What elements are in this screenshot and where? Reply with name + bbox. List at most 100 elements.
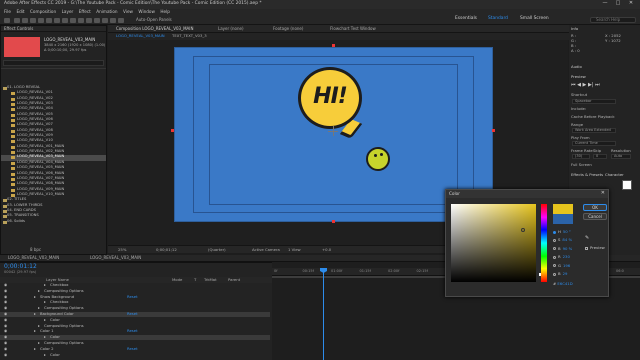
column-parent[interactable]: Parent: [228, 278, 240, 282]
twirl-icon[interactable]: ▸: [44, 335, 46, 339]
timeline-property-row[interactable]: ◉ ▸ Color 1 Reset: [0, 329, 270, 334]
visibility-icon[interactable]: ◉: [4, 283, 7, 287]
ok-button[interactable]: OK: [583, 204, 607, 211]
workspace-essentials[interactable]: Essentials: [455, 16, 477, 21]
old-color-swatch[interactable]: [553, 214, 573, 224]
composition-tab[interactable]: Composition LOGO_REVEAL_V03_MAIN: [116, 27, 193, 31]
close-button[interactable]: ✕: [626, 1, 636, 8]
color-value-field[interactable]: S 84 %: [553, 238, 572, 242]
camera-tool-icon[interactable]: [46, 18, 52, 23]
layer-handle[interactable]: [332, 44, 335, 47]
menu-edit[interactable]: Edit: [16, 9, 24, 14]
views-dropdown[interactable]: 1 View: [288, 248, 301, 252]
puppet-tool-icon[interactable]: [118, 18, 124, 23]
eyedropper-icon[interactable]: ✎: [585, 236, 590, 241]
skip-field[interactable]: 0: [593, 154, 607, 159]
twirl-icon[interactable]: ▸: [38, 323, 40, 328]
color-field-value[interactable]: 84 %: [562, 237, 572, 242]
menu-layer[interactable]: Layer: [62, 9, 74, 14]
twirl-icon[interactable]: ▸: [38, 288, 40, 293]
color-field-value[interactable]: 29: [563, 271, 568, 276]
camera-dropdown[interactable]: Active Camera: [252, 248, 280, 252]
menu-help[interactable]: Help: [160, 9, 170, 14]
color-value-field[interactable]: R 230: [553, 255, 570, 259]
menu-window[interactable]: Window: [138, 9, 155, 14]
menu-composition[interactable]: Composition: [30, 9, 56, 14]
twirl-icon[interactable]: ▸: [44, 283, 46, 287]
visibility-icon[interactable]: ◉: [4, 323, 7, 328]
color-field-value[interactable]: 50 °: [563, 229, 571, 234]
menu-animation[interactable]: Animation: [96, 9, 117, 14]
character-tab[interactable]: Character: [605, 173, 624, 177]
layer-handle[interactable]: [332, 220, 335, 223]
color-field-value[interactable]: 90 %: [563, 246, 573, 251]
timeline-property-row[interactable]: ◉ ▸ Color: [0, 335, 270, 341]
frame-rate-dropdown[interactable]: (30): [572, 154, 590, 159]
visibility-icon[interactable]: ◉: [4, 312, 7, 316]
timeline-tab[interactable]: LOGO_REVEAL_V03_MAIN: [90, 256, 141, 260]
color-field-value[interactable]: 230: [563, 254, 570, 259]
radio-icon[interactable]: [553, 272, 556, 276]
visibility-icon[interactable]: ◉: [4, 335, 7, 339]
radio-icon[interactable]: [553, 264, 556, 268]
color-value-field[interactable]: B 90 %: [553, 246, 573, 251]
maximize-button[interactable]: □: [613, 1, 623, 8]
layer-tab[interactable]: Layer (none): [218, 27, 244, 31]
play-from-dropdown[interactable]: Current Time: [572, 141, 616, 146]
visibility-icon[interactable]: ◉: [4, 300, 7, 304]
zoom-tool-icon[interactable]: [30, 18, 36, 23]
visibility-icon[interactable]: ◉: [4, 329, 7, 333]
roto-tool-icon[interactable]: [110, 18, 116, 23]
timeline-tab[interactable]: LOGO_REVEAL_V03_MAIN: [8, 256, 59, 260]
workspace-small-screen[interactable]: Small Screen: [520, 16, 549, 21]
visibility-icon[interactable]: ◉: [4, 346, 7, 351]
column-mode[interactable]: Mode: [172, 278, 182, 282]
color-value-field[interactable]: B 29: [553, 272, 567, 276]
radio-icon[interactable]: [553, 247, 556, 251]
hex-value[interactable]: E6C41D: [557, 281, 572, 286]
ball-character[interactable]: [366, 147, 390, 171]
workspace-standard[interactable]: Standard: [488, 16, 508, 21]
twirl-icon[interactable]: ▸: [34, 312, 36, 316]
close-icon[interactable]: ✕: [601, 191, 605, 196]
twirl-icon[interactable]: ▸: [38, 306, 40, 310]
hand-tool-icon[interactable]: [22, 18, 28, 23]
twirl-icon[interactable]: ▸: [38, 341, 40, 345]
minimize-button[interactable]: —: [600, 1, 610, 8]
radio-icon[interactable]: [553, 238, 556, 242]
info-panel-tab[interactable]: Info: [571, 27, 578, 31]
range-dropdown[interactable]: Work Area Extended: [572, 128, 616, 133]
visibility-icon[interactable]: ◉: [4, 341, 7, 345]
menu-effect[interactable]: Effect: [79, 9, 91, 14]
audio-panel-tab[interactable]: Audio: [571, 65, 582, 69]
hue-slider[interactable]: [541, 204, 547, 282]
auto-open-panels[interactable]: Auto-Open Panels: [136, 18, 172, 22]
project-folder[interactable]: 06. Solids: [1, 219, 106, 225]
saturation-brightness-field[interactable]: [451, 204, 536, 282]
type-tool-icon[interactable]: [78, 18, 84, 23]
selection-tool-icon[interactable]: [14, 18, 20, 23]
timeline-property-row[interactable]: ◉ ▸ Color: [0, 352, 270, 358]
column-trkmat[interactable]: TrkMat: [204, 278, 217, 282]
hex-field[interactable]: # E6C41D: [553, 282, 573, 286]
visibility-icon[interactable]: ◉: [4, 352, 7, 357]
property-reset-link[interactable]: Reset: [127, 294, 138, 299]
footage-tab[interactable]: Footage (none): [273, 27, 303, 31]
visibility-icon[interactable]: ◉: [4, 317, 7, 322]
property-reset-link[interactable]: Reset: [127, 329, 138, 333]
cache-before-playback-checkbox[interactable]: Cache Before Playback: [571, 115, 615, 119]
checkbox-icon[interactable]: [585, 246, 588, 250]
playhead[interactable]: [323, 268, 324, 360]
current-time[interactable]: 0;00;01;12: [156, 248, 177, 252]
home-icon[interactable]: [4, 18, 10, 23]
timeline-property-row[interactable]: ◉ ▸ Checkbox: [0, 283, 270, 288]
radio-icon[interactable]: [553, 230, 556, 234]
eraser-tool-icon[interactable]: [102, 18, 108, 23]
effects-presets-tab[interactable]: Effects & Presets: [571, 173, 603, 177]
column-t[interactable]: T: [194, 278, 196, 282]
resolution-dropdown[interactable]: Auto: [611, 154, 631, 159]
twirl-icon[interactable]: ▸: [44, 352, 46, 357]
timeline-property-row[interactable]: ◉ ▸ Checkbox: [0, 300, 270, 305]
visibility-icon[interactable]: ◉: [4, 294, 7, 299]
breadcrumb-item[interactable]: LOGO_REVEAL_V03_MAIN: [116, 34, 165, 38]
